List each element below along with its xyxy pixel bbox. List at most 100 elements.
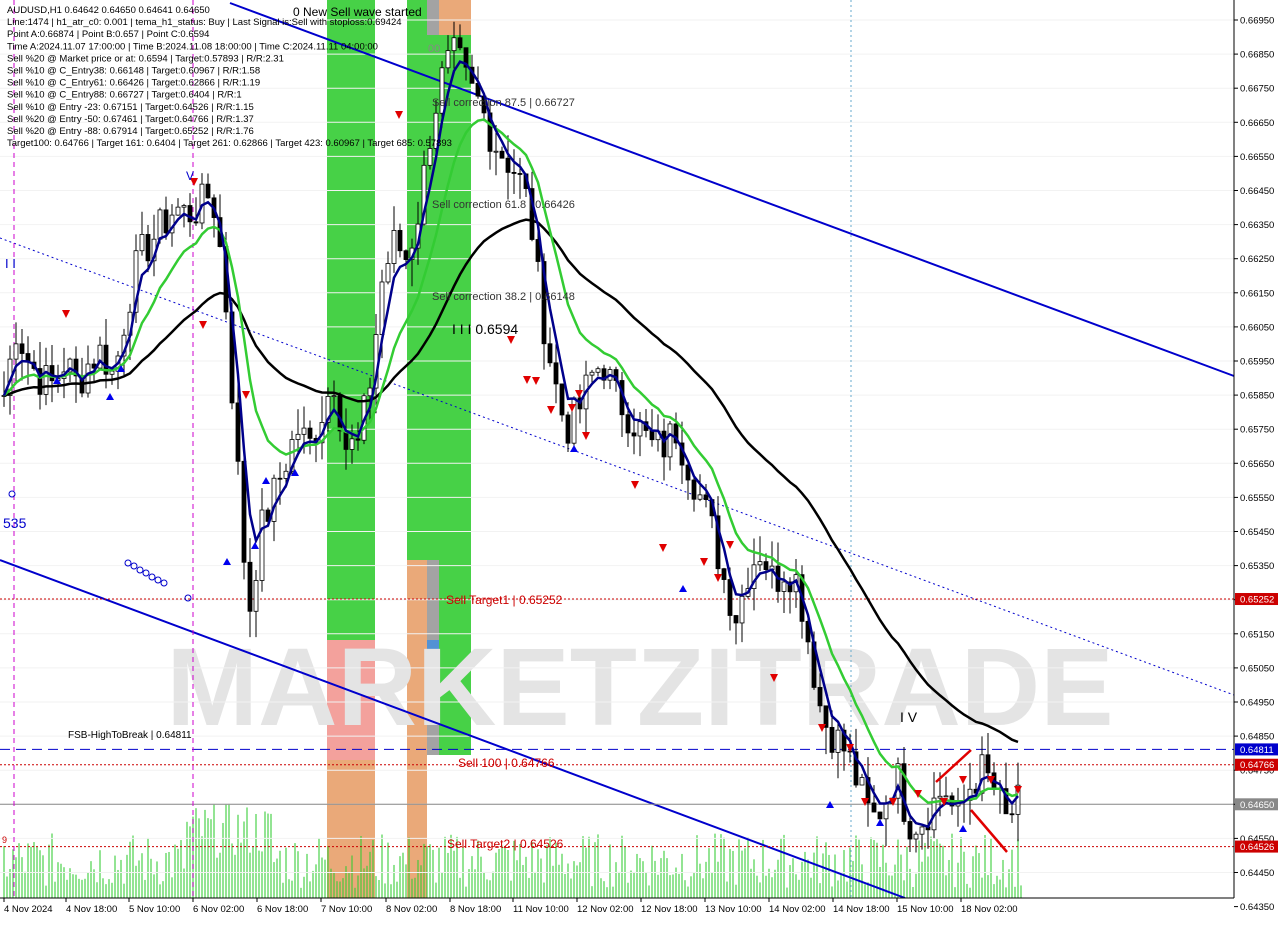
price-chart[interactable]: MARKETZITRADE 0 New Sell wave started Se…: [0, 0, 1280, 920]
candle-body: [163, 209, 169, 234]
candle-body: [403, 250, 409, 260]
info-line: Sell %20 @ Entry -88: 0.67914 | Target:0…: [7, 126, 254, 137]
candle-body: [85, 363, 91, 394]
x-tick-label: 6 Nov 18:00: [257, 904, 308, 915]
candle-body: [553, 362, 559, 385]
candle-body: [985, 754, 991, 774]
info-line: Sell %20 @ Market price or at: 0.6594 | …: [7, 53, 284, 64]
candle-body: [301, 427, 307, 435]
candle-body: [145, 234, 151, 262]
candle-body: [757, 561, 763, 566]
candle-body: [661, 430, 667, 458]
candle-body: [235, 402, 241, 462]
point-c-label: I I I 0.6594: [452, 321, 518, 337]
x-tick-label: 15 Nov 10:00: [897, 904, 954, 915]
y-tick-label: 0.66350: [1240, 220, 1274, 231]
x-tick-label: 7 Nov 10:00: [321, 904, 372, 915]
candle-body: [877, 811, 883, 820]
x-tick-label: 8 Nov 02:00: [386, 904, 437, 915]
small-9-label: 9: [2, 835, 7, 845]
info-line: Point A:0.66874 | Point B:0.657 | Point …: [7, 29, 209, 40]
x-tick-label: 11 Nov 10:00: [513, 904, 569, 915]
candle-body: [517, 173, 523, 175]
info-line: Target100: 0.64766 | Target 161: 0.6404 …: [7, 138, 452, 149]
y-tick-label: 0.66150: [1240, 288, 1274, 299]
candle-body: [907, 821, 913, 840]
watermark-text: MARKETZITRADE: [166, 626, 1113, 749]
y-tick-label: 0.64350: [1240, 902, 1274, 913]
y-tick-label: 0.66750: [1240, 84, 1274, 95]
time-axis-bg: [0, 898, 1280, 920]
small-00-label: 00: [428, 43, 440, 55]
info-line: Line:1474 | h1_atr_c0: 0.001 | tema_h1_s…: [7, 17, 402, 28]
candle-body: [763, 561, 769, 571]
candle-body: [445, 50, 451, 69]
x-tick-label: 13 Nov 10:00: [705, 904, 762, 915]
candle-body: [343, 430, 349, 450]
y-tick-label: 0.65050: [1240, 663, 1274, 674]
info-line: Sell %10 @ Entry -23: 0.67151 | Target:0…: [7, 102, 254, 113]
x-tick-label: 4 Nov 2024: [4, 904, 53, 915]
info-line: Sell %20 @ Entry -50: 0.67461 | Target:0…: [7, 114, 254, 125]
price-label-text: 0.64526: [1240, 842, 1274, 853]
candle-body: [451, 37, 457, 52]
candle-body: [253, 580, 259, 612]
candle-body: [187, 205, 193, 223]
candle-body: [919, 826, 925, 835]
candle-body: [979, 754, 985, 794]
sell-100-label: Sell 100 | 0.64766: [458, 756, 555, 770]
candle-body: [697, 494, 703, 500]
y-tick-label: 0.66550: [1240, 152, 1274, 163]
x-tick-label: 14 Nov 18:00: [833, 904, 890, 915]
candle-body: [397, 230, 403, 252]
candle-body: [277, 477, 283, 480]
chart-window: MARKETZITRADE 0 New Sell wave started Se…: [0, 0, 1280, 920]
candle-body: [871, 802, 877, 813]
candle-body: [589, 371, 595, 376]
candle-body: [595, 368, 601, 373]
candle-body: [649, 430, 655, 441]
zone-9: [439, 0, 471, 35]
candle-body: [565, 414, 571, 444]
fsb-label: FSB-HighToBreak | 0.64811: [68, 730, 192, 741]
candle-body: [637, 421, 643, 437]
candle-body: [355, 438, 361, 441]
candle-body: [19, 343, 25, 354]
candle-body: [385, 263, 391, 283]
candle-body: [307, 427, 313, 439]
candle-body: [511, 171, 517, 174]
candle-body: [499, 150, 505, 159]
candle-body: [505, 157, 511, 173]
sell-target1-label: Sell Target1 | 0.65252: [446, 593, 563, 607]
y-tick-label: 0.64450: [1240, 868, 1274, 879]
y-tick-label: 0.66450: [1240, 186, 1274, 197]
info-line: Time A:2024.11.07 17:00:00 | Time B:2024…: [7, 41, 378, 52]
y-tick-label: 0.65450: [1240, 527, 1274, 538]
candle-body: [337, 395, 343, 432]
x-tick-label: 12 Nov 02:00: [577, 904, 634, 915]
zone-5: [427, 0, 439, 35]
candle-body: [835, 729, 841, 753]
candle-body: [49, 365, 55, 382]
candle-body: [829, 726, 835, 753]
candle-body: [559, 383, 565, 416]
candle-body: [691, 479, 697, 500]
x-tick-label: 14 Nov 02:00: [769, 904, 826, 915]
x-tick-label: 18 Nov 02:00: [961, 904, 1018, 915]
price-label-text: 0.64766: [1240, 760, 1274, 771]
x-tick-label: 6 Nov 02:00: [193, 904, 244, 915]
candle-body: [247, 561, 253, 612]
candle-body: [13, 343, 19, 360]
x-tick-label: 12 Nov 18:00: [641, 904, 698, 915]
info-line: Sell %10 @ C_Entry61: 0.66426 | Target:0…: [7, 78, 260, 89]
y-tick-label: 0.66050: [1240, 322, 1274, 333]
y-tick-label: 0.65350: [1240, 561, 1274, 572]
candle-body: [943, 795, 949, 798]
candle-body: [259, 509, 265, 581]
wave-ii-label: I I: [5, 256, 16, 271]
y-tick-label: 0.66850: [1240, 50, 1274, 61]
price-label-text: 0.65252: [1240, 595, 1274, 606]
candle-body: [667, 423, 673, 458]
y-tick-label: 0.65650: [1240, 459, 1274, 470]
candle-body: [1009, 813, 1015, 816]
